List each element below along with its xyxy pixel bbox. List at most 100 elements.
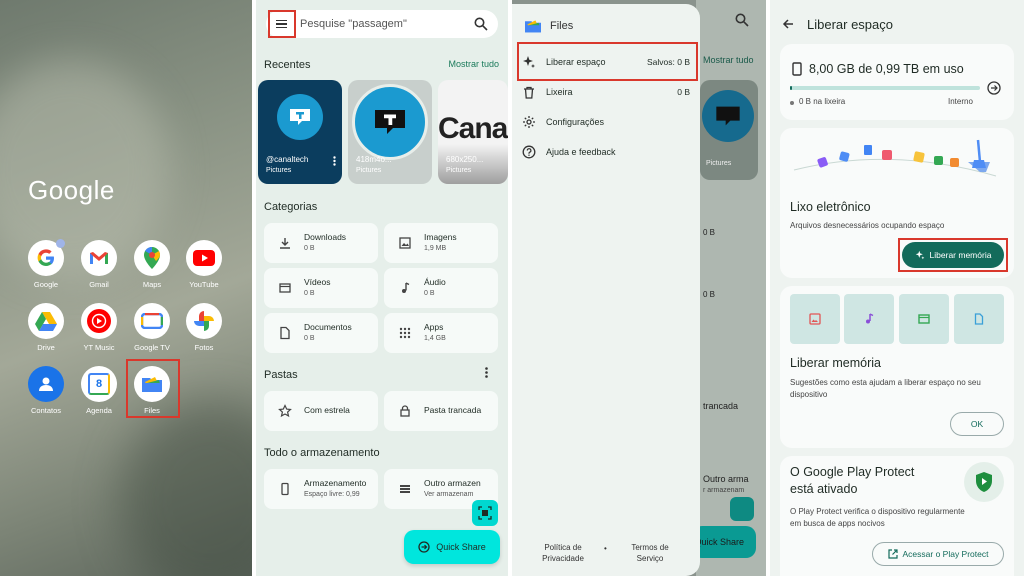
image-icon: [809, 313, 821, 325]
gmail-icon: [81, 240, 117, 276]
apps-grid-icon: [399, 327, 411, 339]
app-maps[interactable]: Maps: [130, 240, 174, 289]
google-tv-icon: [134, 303, 170, 339]
drawer-item-settings[interactable]: Configurações: [522, 110, 694, 134]
video-tile: [899, 294, 949, 344]
free-memory-desc: Sugestões como esta ajudam a liberar esp…: [790, 378, 981, 399]
category-downloads[interactable]: Downloads 0 B: [264, 223, 378, 263]
search-icon[interactable]: [474, 17, 488, 31]
drawer-header: Files: [524, 18, 573, 34]
privacy-policy-link[interactable]: Política de Privacidade: [534, 542, 592, 564]
quick-share-icon: [418, 541, 430, 553]
storage-list-icon: [400, 485, 410, 493]
audio-tile: [844, 294, 894, 344]
google-widget-wordmark[interactable]: Google: [28, 175, 115, 206]
section-title-recent: Recentes: [264, 59, 311, 71]
terms-of-service-link[interactable]: Termos de Serviço: [622, 542, 678, 564]
app-google-tv[interactable]: Google TV: [130, 303, 174, 352]
calendar-icon: 8: [81, 366, 117, 402]
junk-desc: Arquivos desnecessários ocupando espaço: [790, 221, 945, 230]
image-icon: [399, 237, 411, 249]
drawer-item-trash[interactable]: Lixeira 0 B: [522, 80, 694, 104]
quick-share-button[interactable]: Quick Share: [404, 530, 500, 564]
document-icon: [280, 326, 290, 340]
music-note-icon: [402, 282, 410, 293]
junk-illustration: [790, 136, 1004, 188]
behind-thumb: Pictures: [700, 80, 758, 180]
trash-icon: [522, 85, 536, 99]
google-g-icon: [28, 239, 65, 276]
folder-starred[interactable]: Com estrela: [264, 391, 378, 431]
show-all-link[interactable]: Mostrar tudo: [448, 59, 499, 69]
document-icon: [974, 313, 984, 325]
app-label: Contatos: [30, 406, 62, 415]
gear-icon: [522, 115, 536, 129]
app-label: Drive: [37, 343, 55, 352]
more-vert-icon[interactable]: [485, 367, 488, 378]
junk-card: Lixo eletrônico Arquivos desnecessários …: [780, 128, 1014, 278]
section-title-categories: Categorias: [264, 201, 318, 213]
app-contacts[interactable]: Contatos: [24, 366, 68, 415]
contacts-icon: [28, 366, 64, 402]
image-tile: [790, 294, 840, 344]
recent-item[interactable]: @canaltech Pictures: [258, 80, 342, 184]
arrow-forward-circle-icon[interactable]: [987, 81, 1001, 95]
star-icon: [278, 404, 292, 418]
app-gmail[interactable]: Gmail: [77, 240, 121, 289]
footer-separator: •: [604, 544, 607, 553]
behind-quick-share: Quick Share: [692, 526, 756, 558]
folder-locked[interactable]: Pasta trancada: [384, 391, 498, 431]
app-youtube[interactable]: YouTube: [182, 240, 226, 289]
phone-icon: [281, 482, 289, 496]
category-audio[interactable]: Áudio 0 B: [384, 268, 498, 308]
more-vert-icon[interactable]: [333, 156, 336, 166]
search-input[interactable]: Pesquise "passagem": [300, 18, 474, 30]
category-images[interactable]: Imagens 1,9 MB: [384, 223, 498, 263]
app-photos[interactable]: Fotos: [182, 303, 226, 352]
behind-scan-button: [730, 497, 754, 521]
drawer-item-help[interactable]: Ajuda e feedback: [522, 140, 694, 164]
files-icon: [525, 20, 541, 33]
navigation-drawer: Files Liberar espaço Salvos: 0 B Lixeira…: [512, 4, 700, 576]
open-play-protect-button[interactable]: Acessar o Play Protect: [872, 542, 1004, 566]
app-google[interactable]: Google: [24, 239, 68, 289]
phone-icon: [792, 62, 802, 76]
home-screen: Google Google Gmail Maps YouTube Drive Y…: [0, 0, 252, 576]
free-space-screen: Liberar espaço 8,00 GB de 0,99 TB em uso…: [770, 0, 1024, 576]
free-memory-title: Liberar memória: [790, 356, 882, 370]
search-bar[interactable]: Pesquise "passagem": [266, 10, 498, 38]
files-drawer-screen: Mostrar tudo Pictures 0 B 0 B trancada O…: [512, 0, 766, 576]
app-calendar[interactable]: 8 Agenda: [77, 366, 121, 415]
behind-folder: trancada: [703, 401, 739, 411]
scan-button[interactable]: [472, 500, 498, 526]
highlight-box-files: [126, 359, 180, 418]
storage-card[interactable]: 8,00 GB de 0,99 TB em uso 0 B na lixeira…: [780, 44, 1014, 120]
storage-internal[interactable]: Armazenamento Espaço livre: 0,99: [264, 469, 378, 509]
section-title-folders: Pastas: [264, 369, 298, 381]
app-label: Google TV: [134, 343, 170, 352]
photos-icon: [186, 303, 222, 339]
back-arrow-icon[interactable]: [782, 18, 794, 30]
download-icon: [280, 238, 290, 249]
ok-button[interactable]: OK: [950, 412, 1004, 436]
storage-used-text: 8,00 GB de 0,99 TB em uso: [809, 62, 964, 76]
app-label: Gmail: [89, 280, 109, 289]
behind-storage: Outro arma: [703, 474, 749, 484]
open-external-icon: [887, 549, 898, 559]
app-label: Fotos: [194, 343, 214, 352]
wallpaper-blur: [120, 400, 252, 576]
category-documents[interactable]: Documentos 0 B: [264, 313, 378, 353]
document-tile: [954, 294, 1004, 344]
help-icon: [522, 145, 536, 159]
music-note-icon: [866, 313, 874, 324]
recent-item[interactable]: 418m4o... Pictures: [348, 80, 432, 184]
play-protect-card: O Google Play Protect está ativado O Pla…: [780, 456, 1014, 576]
behind-size: 0 B: [703, 290, 716, 299]
app-yt-music[interactable]: YT Music: [77, 303, 121, 352]
category-apps[interactable]: Apps 1,4 GB: [384, 313, 498, 353]
app-drive[interactable]: Drive: [24, 303, 68, 352]
category-videos[interactable]: Vídeos 0 B: [264, 268, 378, 308]
play-protect-shield-icon: [964, 462, 1004, 502]
yt-music-icon: [81, 303, 117, 339]
recent-item[interactable]: Canal 680x250... Pictures: [438, 80, 508, 184]
